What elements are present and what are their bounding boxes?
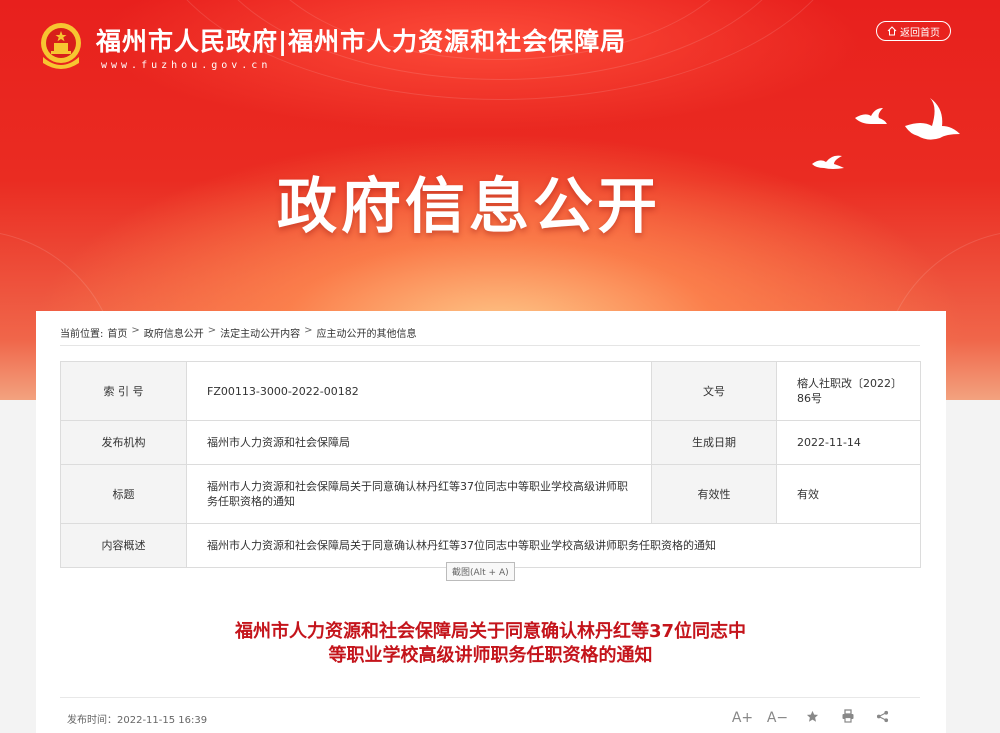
issuer-label: 发布机构 [60,420,187,465]
star-icon [806,710,819,722]
issuer-value: 福州市人力资源和社会保障局 [186,420,652,465]
document-title: 福州市人力资源和社会保障局关于同意确认林丹红等37位同志中 等职业学校高级讲师职… [60,620,921,668]
document-number-label: 文号 [651,361,777,421]
index-number-value: FZ00113-3000-2022-00182 [186,361,652,421]
font-larger-button[interactable]: A+ [725,710,760,726]
hero-title: 政府信息公开 [277,172,661,242]
dove-icon [812,155,844,169]
generated-date-value: 2022-11-14 [776,420,921,465]
table-row: 索 引 号 FZ00113-3000-2022-00182 文号 榕人社职改〔2… [60,361,921,421]
breadcrumb-prefix: 当前位置: [60,329,104,340]
divider [60,345,920,346]
breadcrumb-item-statutory[interactable]: 法定主动公开内容 [220,325,300,340]
article-toolbar: A+ A− [725,709,900,727]
metadata-table: 索 引 号 FZ00113-3000-2022-00182 文号 榕人社职改〔2… [60,361,921,568]
validity-label: 有效性 [651,464,777,524]
breadcrumb-separator: > [131,325,140,336]
print-icon [842,709,853,723]
document-title-line: 等职业学校高级讲师职务任职资格的通知 [328,645,653,666]
return-home-button[interactable]: 返回首页 [876,21,951,41]
return-home-label: 返回首页 [900,27,940,39]
divider [60,697,920,698]
document-title-line: 福州市人力资源和社会保障局关于同意确认林丹红等37位同志中 [234,621,747,642]
table-row: 标题 福州市人力资源和社会保障局关于同意确认林丹红等37位同志中等职业学校高级讲… [60,464,921,524]
generated-date-label: 生成日期 [651,420,777,465]
site-title[interactable]: 福州市人民政府|福州市人力资源和社会保障局 [96,22,626,58]
print-button[interactable] [830,709,865,727]
share-button[interactable] [865,710,900,727]
share-icon [876,710,889,722]
title-label: 标题 [60,464,187,524]
breadcrumb-item-gov-info[interactable]: 政府信息公开 [144,325,204,340]
breadcrumb-separator: > [304,325,313,336]
font-smaller-button[interactable]: A− [760,710,795,726]
document-number-value: 榕人社职改〔2022〕86号 [776,361,921,421]
national-emblem-icon [41,23,81,69]
publish-time: 发布时间：2022-11-15 16:39 [67,715,208,726]
breadcrumb-item-other-info[interactable]: 应主动公开的其他信息 [317,325,417,340]
validity-value: 有效 [776,464,921,524]
dove-icon [905,98,960,140]
breadcrumb-item-home[interactable]: 首页 [107,325,127,340]
summary-label: 内容概述 [60,523,187,568]
home-icon [887,26,897,36]
screenshot-tooltip: 截图(Alt + A) [446,562,515,581]
breadcrumb-separator: > [207,325,217,336]
table-row: 内容概述 福州市人力资源和社会保障局关于同意确认林丹红等37位同志中等职业学校高… [60,523,921,568]
index-number-label: 索 引 号 [60,361,187,421]
summary-value: 福州市人力资源和社会保障局关于同意确认林丹红等37位同志中等职业学校高级讲师职务… [186,523,921,568]
favorite-button[interactable] [795,710,830,727]
breadcrumb: 当前位置: 首页 > 政府信息公开 > 法定主动公开内容 > 应主动公开的其他信… [60,325,417,340]
dove-icon [855,108,887,124]
title-value: 福州市人力资源和社会保障局关于同意确认林丹红等37位同志中等职业学校高级讲师职务… [186,464,652,524]
site-url: www.fuzhou.gov.cn [101,60,272,71]
table-row: 发布机构 福州市人力资源和社会保障局 生成日期 2022-11-14 [60,420,921,465]
